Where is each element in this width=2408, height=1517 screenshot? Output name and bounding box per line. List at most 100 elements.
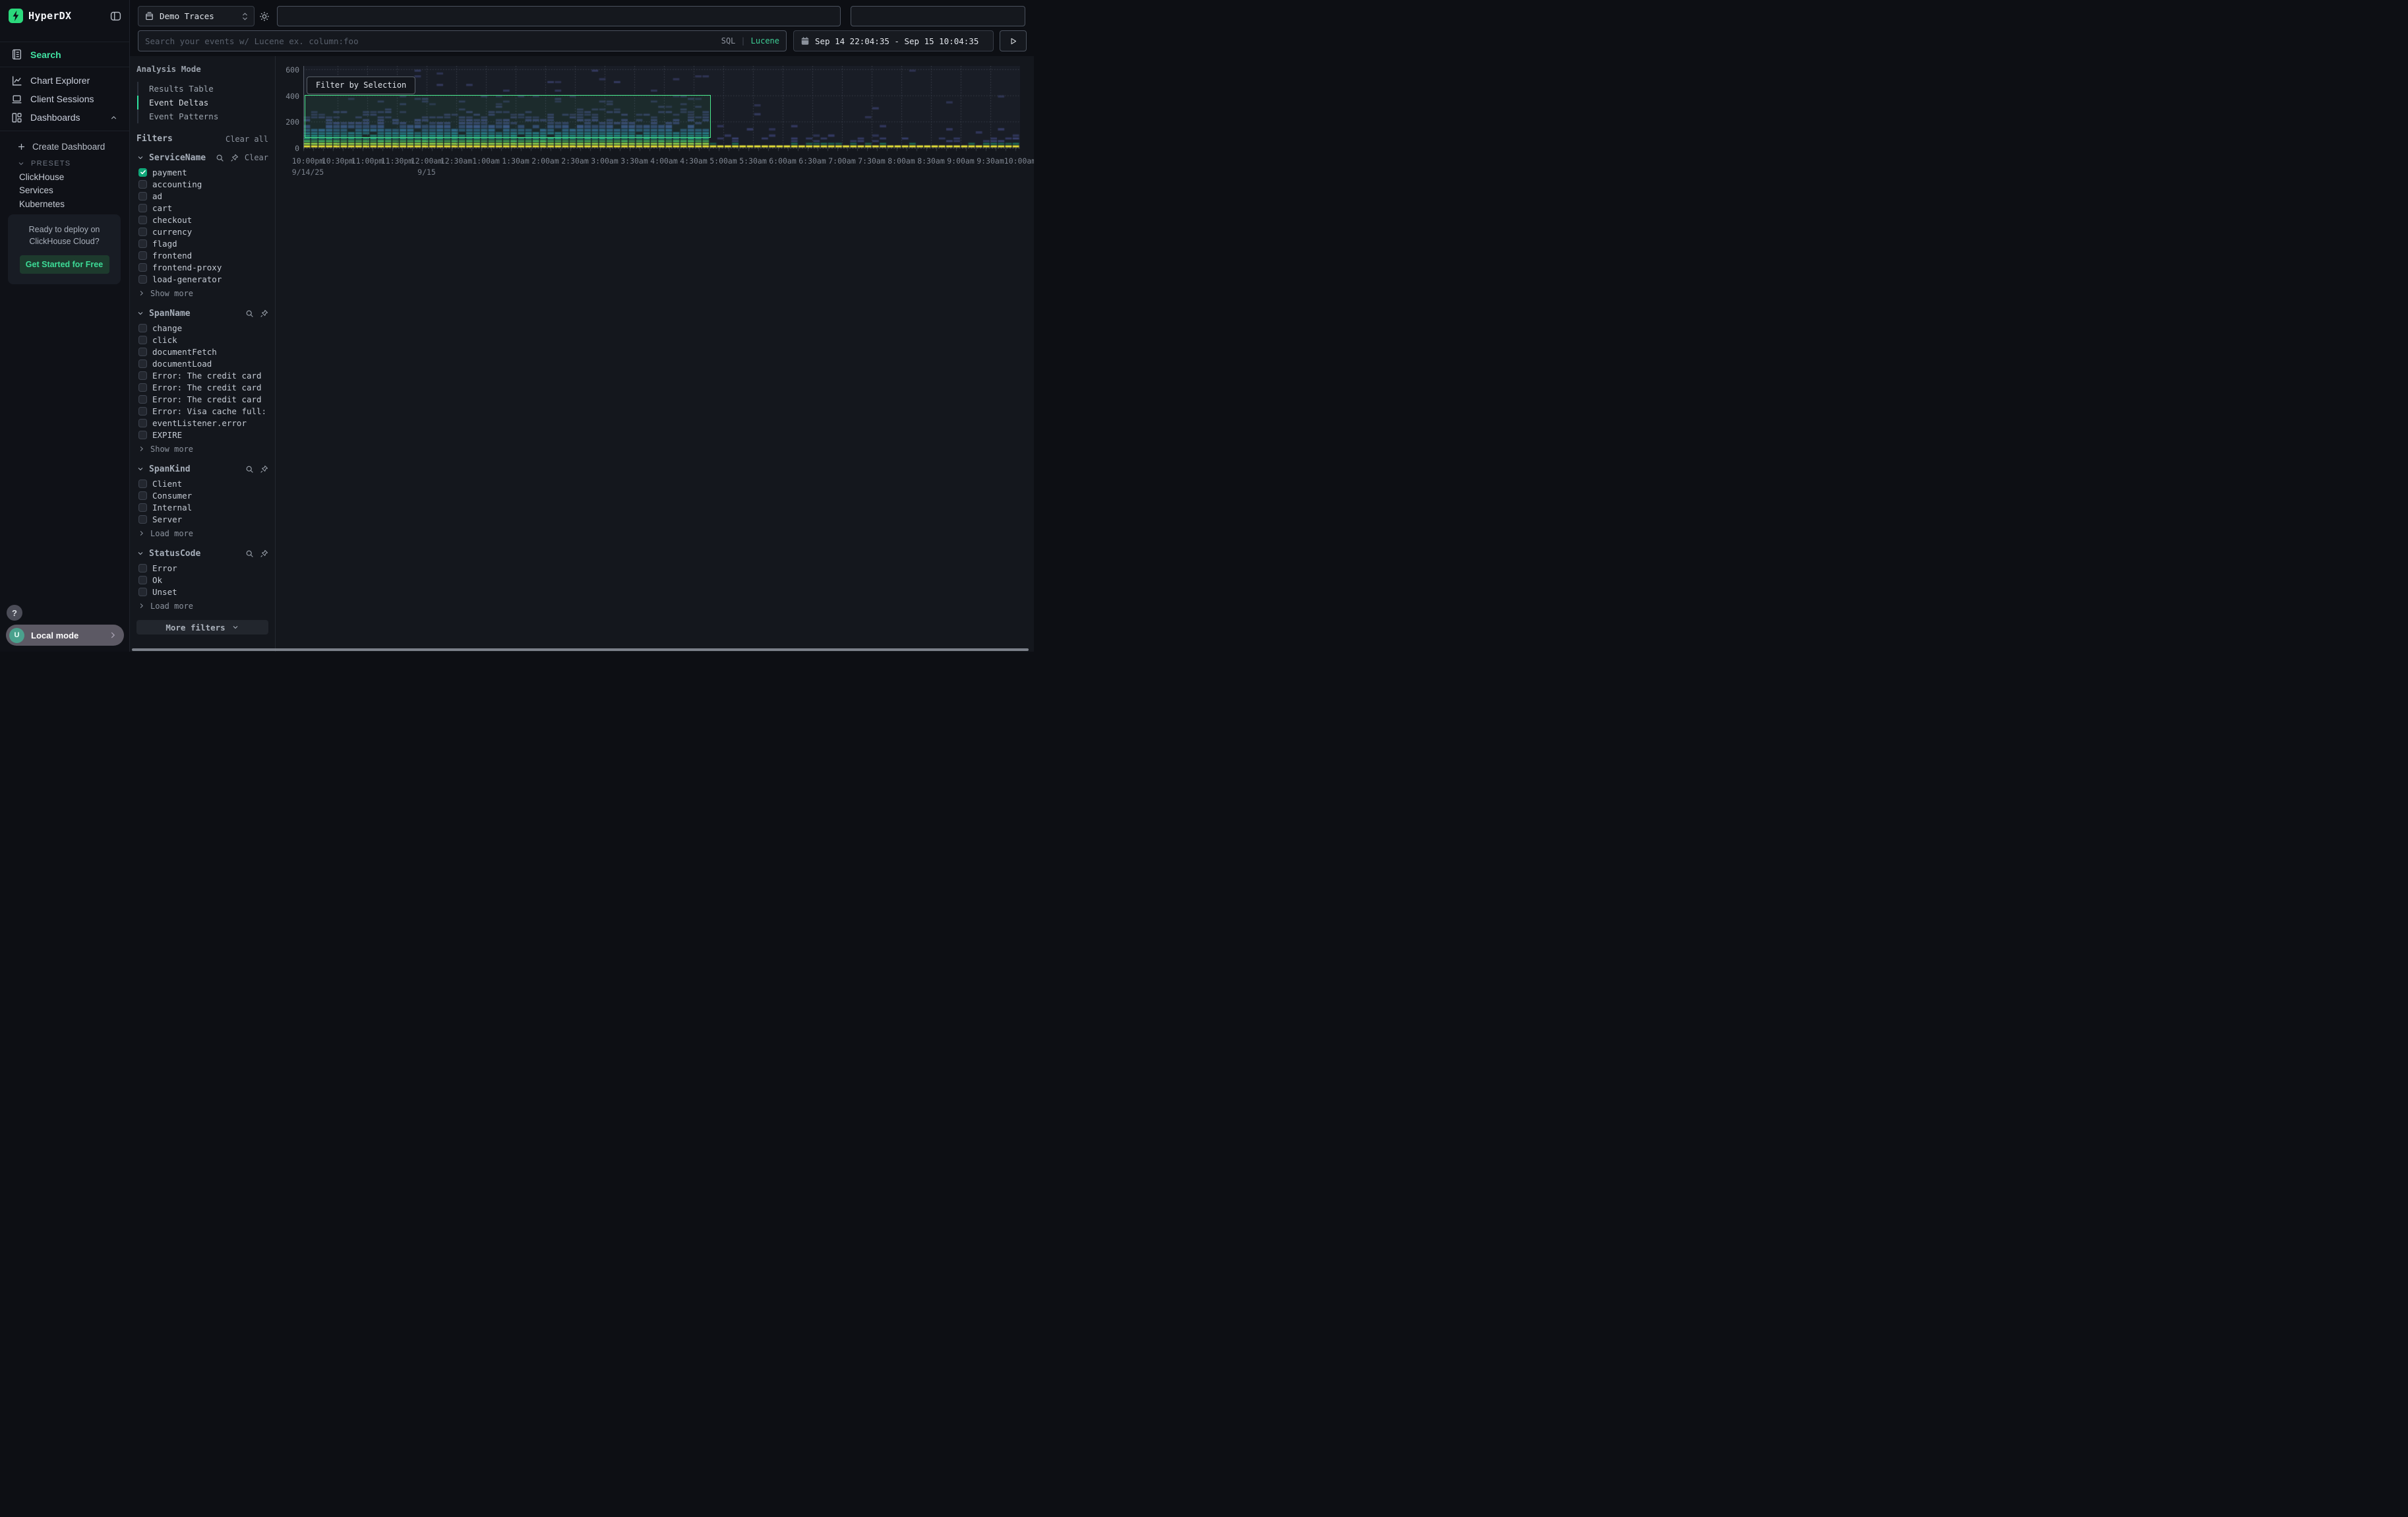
- filter-option[interactable]: Unset: [138, 586, 268, 598]
- checkbox[interactable]: [138, 263, 147, 272]
- checkbox[interactable]: [138, 491, 147, 500]
- user-menu[interactable]: U Local mode: [6, 625, 124, 646]
- sidebar-item-dashboards[interactable]: Dashboards: [0, 108, 129, 127]
- show-more-button[interactable]: Load more: [138, 527, 268, 540]
- checkbox[interactable]: [138, 204, 147, 212]
- clear-filter-button[interactable]: Clear: [245, 153, 268, 162]
- search-icon[interactable]: [216, 154, 224, 162]
- chart-selection-region[interactable]: [305, 95, 711, 138]
- search-icon[interactable]: [245, 549, 254, 558]
- filter-option[interactable]: flagd: [138, 237, 268, 249]
- filter-option[interactable]: Error: [138, 562, 268, 574]
- sql-select-input[interactable]: [277, 6, 841, 26]
- checkbox[interactable]: [138, 480, 147, 488]
- sidebar-item-search[interactable]: Search: [0, 42, 129, 67]
- checkbox[interactable]: [138, 275, 147, 284]
- checkbox[interactable]: [138, 324, 147, 332]
- show-more-button[interactable]: Show more: [138, 443, 268, 455]
- filter-option[interactable]: Consumer: [138, 489, 268, 501]
- get-started-button[interactable]: Get Started for Free: [20, 255, 109, 274]
- pin-icon[interactable]: [260, 309, 268, 318]
- filter-option[interactable]: accounting: [138, 178, 268, 190]
- filter-option[interactable]: eventListener.error: [138, 417, 268, 429]
- filter-option[interactable]: checkout: [138, 214, 268, 226]
- filter-option[interactable]: Client: [138, 478, 268, 489]
- pin-icon[interactable]: [230, 154, 239, 162]
- filter-option[interactable]: Internal: [138, 501, 268, 513]
- filter-option[interactable]: Error: Visa cache full: …: [138, 405, 268, 417]
- checkbox[interactable]: [138, 503, 147, 512]
- filter-option[interactable]: ad: [138, 190, 268, 202]
- search-icon[interactable]: [245, 309, 254, 318]
- clear-all-button[interactable]: Clear all: [226, 135, 268, 144]
- checkbox[interactable]: [138, 216, 147, 224]
- filter-option[interactable]: Error: The credit card (…: [138, 381, 268, 393]
- analysis-mode-results-table[interactable]: Results Table: [137, 82, 268, 96]
- lang-lucene-toggle[interactable]: Lucene: [751, 36, 779, 46]
- checkbox-checked[interactable]: [138, 168, 147, 177]
- filter-option[interactable]: Ok: [138, 574, 268, 586]
- filter-option[interactable]: Error: The credit card (…: [138, 369, 268, 381]
- pin-icon[interactable]: [260, 549, 268, 558]
- filter-option[interactable]: load-generator: [138, 273, 268, 285]
- checkbox[interactable]: [138, 395, 147, 404]
- checkbox[interactable]: [138, 431, 147, 439]
- sidebar-item-kubernetes[interactable]: Kubernetes: [19, 197, 129, 211]
- filter-group-header[interactable]: ServiceNameClear: [136, 149, 268, 166]
- checkbox[interactable]: [138, 515, 147, 524]
- filter-by-selection-button[interactable]: Filter by Selection: [307, 77, 415, 94]
- sidebar-item-chart-explorer[interactable]: Chart Explorer: [0, 71, 129, 90]
- gear-icon[interactable]: [259, 11, 270, 22]
- filter-option[interactable]: frontend: [138, 249, 268, 261]
- analysis-mode-event-patterns[interactable]: Event Patterns: [137, 109, 268, 123]
- filter-option[interactable]: Server: [138, 513, 268, 525]
- checkbox[interactable]: [138, 251, 147, 260]
- checkbox[interactable]: [138, 348, 147, 356]
- filter-option[interactable]: frontend-proxy: [138, 261, 268, 273]
- more-filters-button[interactable]: More filters: [136, 620, 268, 635]
- filter-option[interactable]: change: [138, 322, 268, 334]
- run-query-button[interactable]: [1000, 30, 1027, 51]
- filter-option[interactable]: click: [138, 334, 268, 346]
- checkbox[interactable]: [138, 564, 147, 573]
- checkbox[interactable]: [138, 239, 147, 248]
- create-dashboard-button[interactable]: Create Dashboard: [17, 139, 129, 154]
- filter-option[interactable]: payment: [138, 166, 268, 178]
- checkbox[interactable]: [138, 576, 147, 584]
- filter-option[interactable]: documentFetch: [138, 346, 268, 357]
- show-more-button[interactable]: Load more: [138, 600, 268, 612]
- order-by-input[interactable]: [851, 6, 1025, 26]
- analysis-mode-event-deltas[interactable]: Event Deltas: [137, 96, 268, 109]
- checkbox[interactable]: [138, 336, 147, 344]
- filter-option[interactable]: Error: The credit card (…: [138, 393, 268, 405]
- sidebar-item-services[interactable]: Services: [19, 184, 129, 198]
- pin-icon[interactable]: [260, 465, 268, 474]
- sidebar-collapse-icon[interactable]: [110, 11, 121, 22]
- lang-sql-toggle[interactable]: SQL: [721, 36, 736, 46]
- filter-group-header[interactable]: StatusCode: [136, 545, 268, 562]
- show-more-button[interactable]: Show more: [138, 287, 268, 299]
- checkbox[interactable]: [138, 192, 147, 201]
- filter-option[interactable]: EXPIRE: [138, 429, 268, 441]
- filter-option[interactable]: cart: [138, 202, 268, 214]
- date-range-picker[interactable]: Sep 14 22:04:35 - Sep 15 10:04:35: [793, 30, 994, 51]
- checkbox[interactable]: [138, 588, 147, 596]
- horizontal-scrollbar[interactable]: [132, 648, 1029, 651]
- checkbox[interactable]: [138, 383, 147, 392]
- filter-group-header[interactable]: SpanName: [136, 305, 268, 322]
- checkbox[interactable]: [138, 180, 147, 189]
- checkbox[interactable]: [138, 228, 147, 236]
- sidebar-item-client-sessions[interactable]: Client Sessions: [0, 90, 129, 108]
- checkbox[interactable]: [138, 359, 147, 368]
- checkbox[interactable]: [138, 371, 147, 380]
- source-select[interactable]: Demo Traces: [138, 6, 255, 26]
- search-input[interactable]: Search your events w/ Lucene ex. column:…: [138, 30, 787, 51]
- filter-option[interactable]: currency: [138, 226, 268, 237]
- help-button[interactable]: ?: [7, 605, 22, 621]
- sidebar-item-clickhouse[interactable]: ClickHouse: [19, 170, 129, 184]
- checkbox[interactable]: [138, 407, 147, 416]
- presets-toggle[interactable]: PRESETS: [17, 157, 129, 170]
- filter-option[interactable]: documentLoad: [138, 357, 268, 369]
- checkbox[interactable]: [138, 419, 147, 427]
- search-icon[interactable]: [245, 465, 254, 474]
